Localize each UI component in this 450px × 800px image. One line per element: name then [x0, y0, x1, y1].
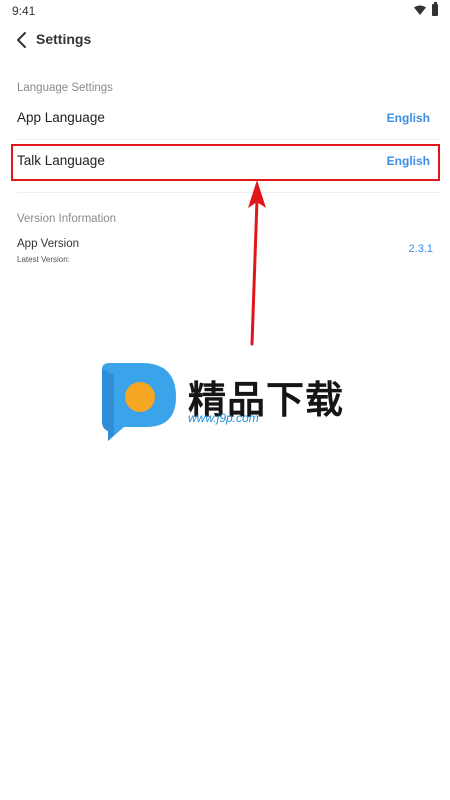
app-language-row[interactable]: App Language English [0, 101, 450, 137]
app-language-value: English [386, 111, 430, 125]
status-bar: 9:41 [0, 0, 450, 22]
app-version-label: App Version [17, 238, 80, 250]
watermark-url: www.j9p.com [188, 411, 259, 425]
divider [17, 192, 441, 193]
talk-language-label: Talk Language [17, 153, 105, 168]
back-arrow-icon[interactable] [14, 30, 30, 50]
watermark-logo: 精品下载 www.j9p.com [92, 357, 352, 447]
battery-icon [432, 2, 438, 16]
wifi-icon [414, 5, 426, 15]
page-title: Settings [36, 31, 92, 47]
divider [17, 139, 441, 140]
header: Settings [0, 24, 450, 56]
language-section-title: Language Settings [17, 82, 113, 94]
version-section-title: Version Information [17, 213, 117, 225]
app-version-value: 2.3.1 [408, 243, 433, 255]
status-time: 9:41 [12, 4, 36, 18]
logo-p-icon [102, 363, 176, 441]
app-language-label: App Language [17, 110, 105, 125]
latest-version-label: Latest Version: [17, 255, 70, 264]
talk-language-value: English [386, 154, 430, 168]
talk-language-row[interactable]: Talk Language English [0, 144, 450, 180]
annotation-arrow-icon [248, 180, 266, 346]
